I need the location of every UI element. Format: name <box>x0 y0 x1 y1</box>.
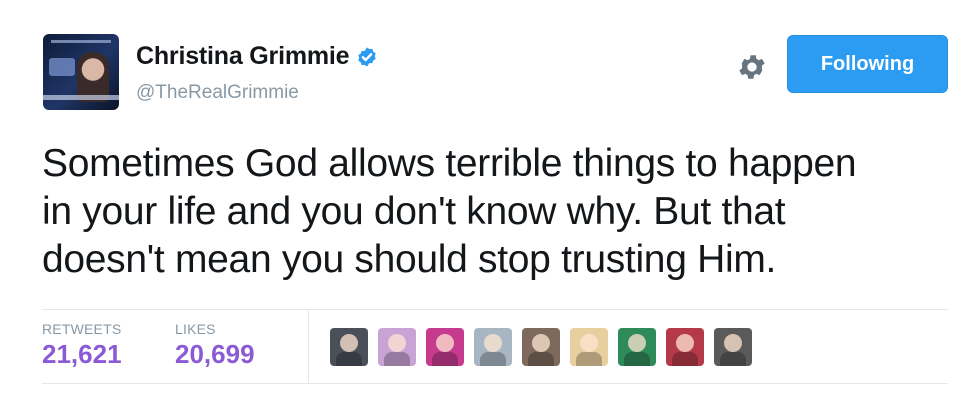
liker-avatar-7[interactable] <box>618 328 656 366</box>
liker-head <box>484 334 502 352</box>
liker-head <box>724 334 742 352</box>
liker-avatar-8[interactable] <box>666 328 704 366</box>
liker-head <box>580 334 598 352</box>
liker-avatar-3[interactable] <box>426 328 464 366</box>
liker-avatar-4[interactable] <box>474 328 512 366</box>
liker-head <box>388 334 406 352</box>
liker-head <box>532 334 550 352</box>
retweets-label: RETWEETS <box>42 321 122 337</box>
tweet-text: Sometimes God allows terrible things to … <box>42 140 952 284</box>
avatar-banner-text <box>51 40 111 43</box>
display-name[interactable]: Christina Grimmie <box>136 42 350 71</box>
likes-label: LIKES <box>175 321 216 337</box>
verified-badge-icon <box>358 46 377 67</box>
likes-stat[interactable]: LIKES 20,699 <box>175 321 255 370</box>
liker-avatar-6[interactable] <box>570 328 608 366</box>
gear-icon[interactable] <box>736 51 768 83</box>
liker-body <box>624 352 650 366</box>
avatar-map-graphic <box>49 58 75 76</box>
liker-body <box>432 352 458 366</box>
liker-avatar-2[interactable] <box>378 328 416 366</box>
stats-divider-top <box>42 309 948 310</box>
tweet-line: in your life and you don't know why. But… <box>42 190 786 233</box>
liker-body <box>576 352 602 366</box>
stats-separator <box>308 309 309 383</box>
liker-body <box>672 352 698 366</box>
liker-avatar-5[interactable] <box>522 328 560 366</box>
liker-avatar-9[interactable] <box>714 328 752 366</box>
user-handle[interactable]: @TheRealGrimmie <box>136 82 299 104</box>
liker-body <box>720 352 746 366</box>
likers-list <box>330 328 762 366</box>
following-button[interactable]: Following <box>787 35 948 93</box>
likes-count[interactable]: 20,699 <box>175 339 255 370</box>
tweet-line: Sometimes God allows terrible things to … <box>42 142 857 185</box>
liker-head <box>676 334 694 352</box>
avatar[interactable] <box>43 34 119 110</box>
liker-body <box>336 352 362 366</box>
liker-avatar-1[interactable] <box>330 328 368 366</box>
liker-body <box>528 352 554 366</box>
retweets-stat[interactable]: RETWEETS 21,621 <box>42 321 122 370</box>
liker-body <box>384 352 410 366</box>
liker-head <box>340 334 358 352</box>
liker-body <box>480 352 506 366</box>
tweet-line: doesn't mean you should stop trusting Hi… <box>42 238 777 281</box>
avatar-banner-strip <box>43 95 119 100</box>
liker-head <box>628 334 646 352</box>
liker-head <box>436 334 454 352</box>
stats-divider-bottom <box>42 383 948 384</box>
name-row: Christina Grimmie <box>136 42 378 71</box>
retweets-count[interactable]: 21,621 <box>42 339 122 370</box>
